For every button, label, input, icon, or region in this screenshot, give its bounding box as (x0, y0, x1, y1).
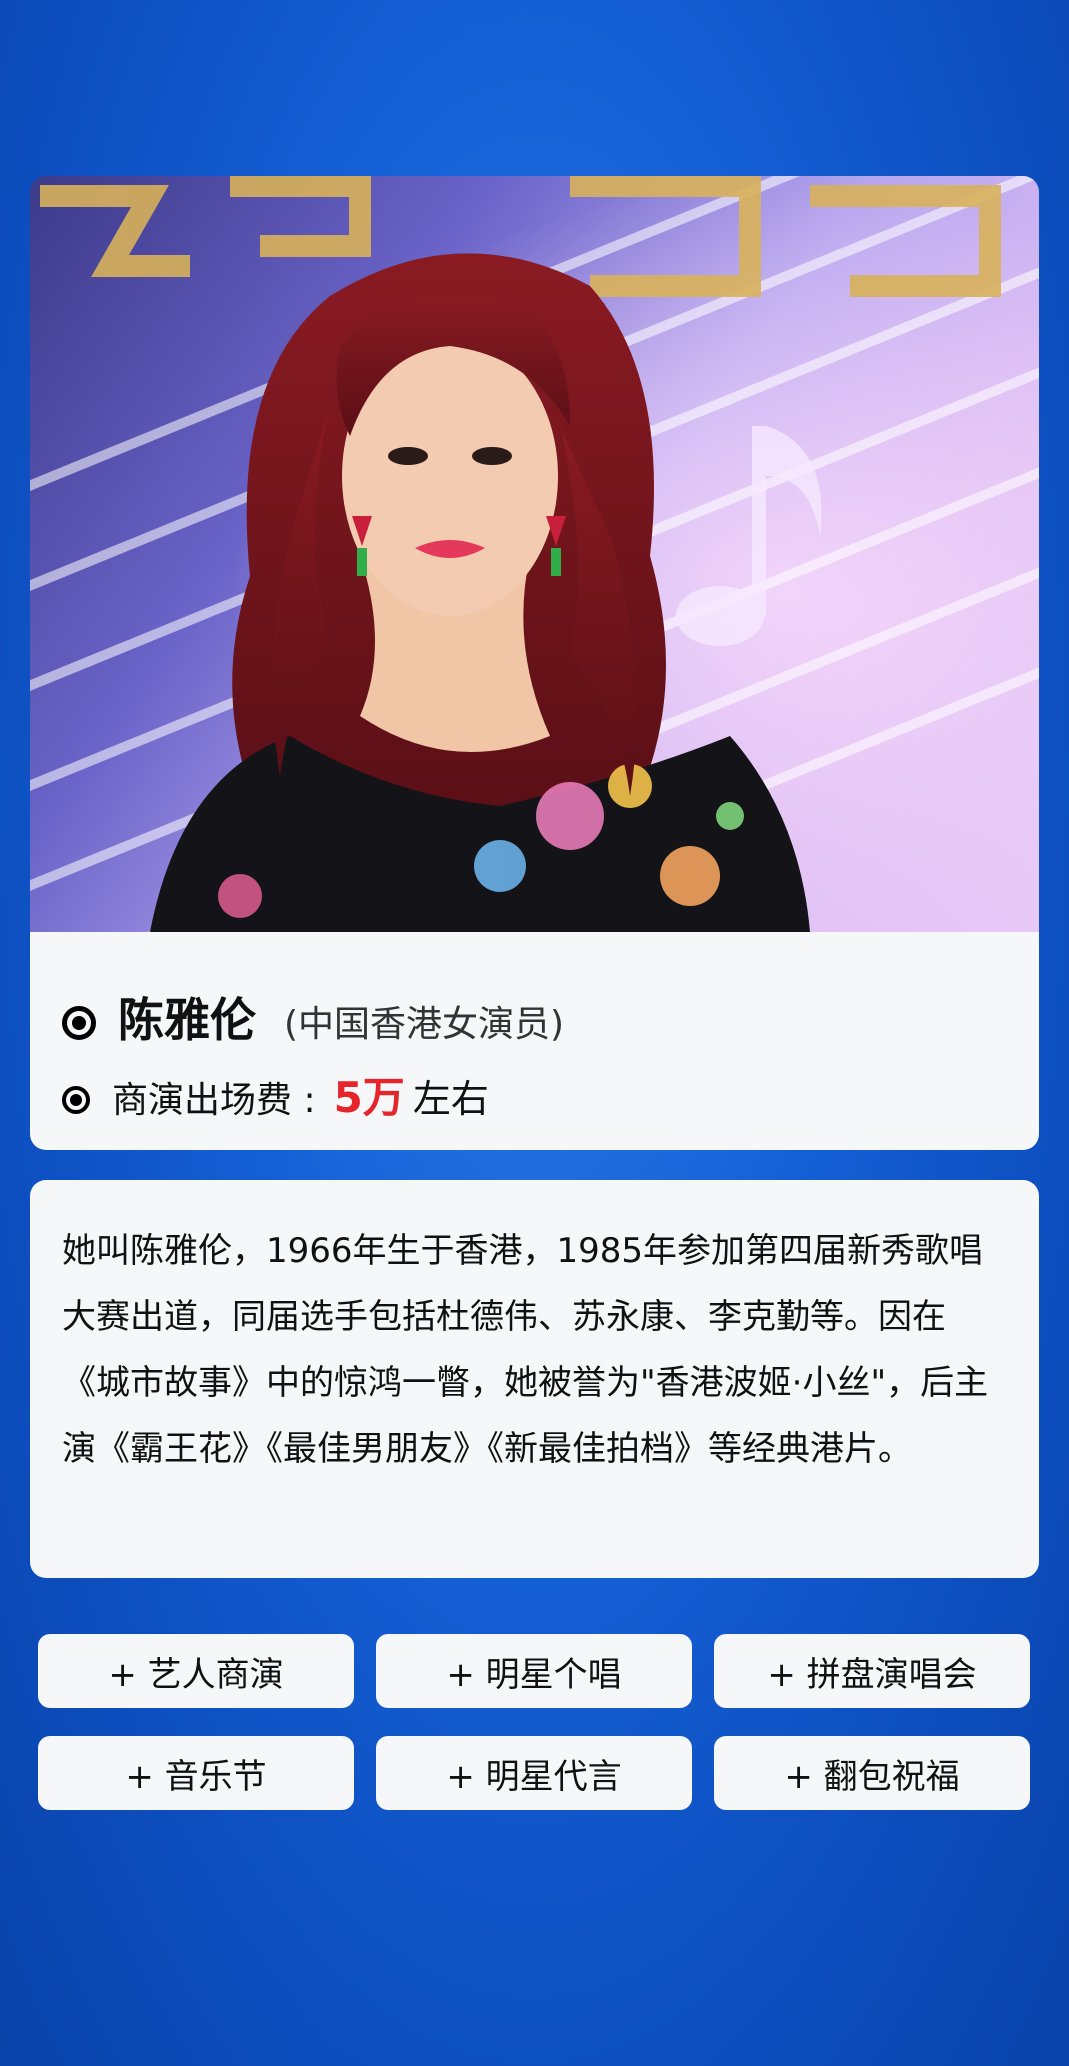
service-tags: + 艺人商演 + 明星个唱 + 拼盘演唱会 + 音乐节 + 明星代言 + 翻包祝… (38, 1634, 1030, 1810)
artist-name: 陈雅伦 (118, 993, 256, 1047)
tag-endorsement[interactable]: + 明星代言 (376, 1736, 692, 1810)
profile-card: 陈雅伦 (中国香港女演员) 商演出场费 : 5万 左右 (30, 932, 1039, 1150)
tag-greeting-video[interactable]: + 翻包祝福 (714, 1736, 1030, 1810)
tag-solo-concert[interactable]: + 明星个唱 (376, 1634, 692, 1708)
name-row: 陈雅伦 (中国香港女演员) (62, 984, 564, 1050)
portrait-photo (30, 176, 1039, 932)
tag-commercial-show[interactable]: + 艺人商演 (38, 1634, 354, 1708)
fee-label: 商演出场费 : (112, 1080, 316, 1121)
tag-joint-concert[interactable]: + 拼盘演唱会 (714, 1634, 1030, 1708)
bio-card: 她叫陈雅伦，1966年生于香港，1985年参加第四届新秀歌唱大赛出道，同届选手包… (30, 1180, 1039, 1578)
fee-value: 5万 (333, 1073, 405, 1122)
bio-text: 她叫陈雅伦，1966年生于香港，1985年参加第四届新秀歌唱大赛出道，同届选手包… (62, 1231, 989, 1469)
bullet-icon (62, 1006, 96, 1040)
blurred-header-text (30, 60, 570, 120)
fee-row: 商演出场费 : 5万 左右 (62, 1064, 489, 1125)
tag-music-festival[interactable]: + 音乐节 (38, 1736, 354, 1810)
fee-suffix: 左右 (412, 1077, 489, 1121)
artist-role: (中国香港女演员) (284, 1004, 565, 1045)
bullet-icon (62, 1086, 90, 1114)
